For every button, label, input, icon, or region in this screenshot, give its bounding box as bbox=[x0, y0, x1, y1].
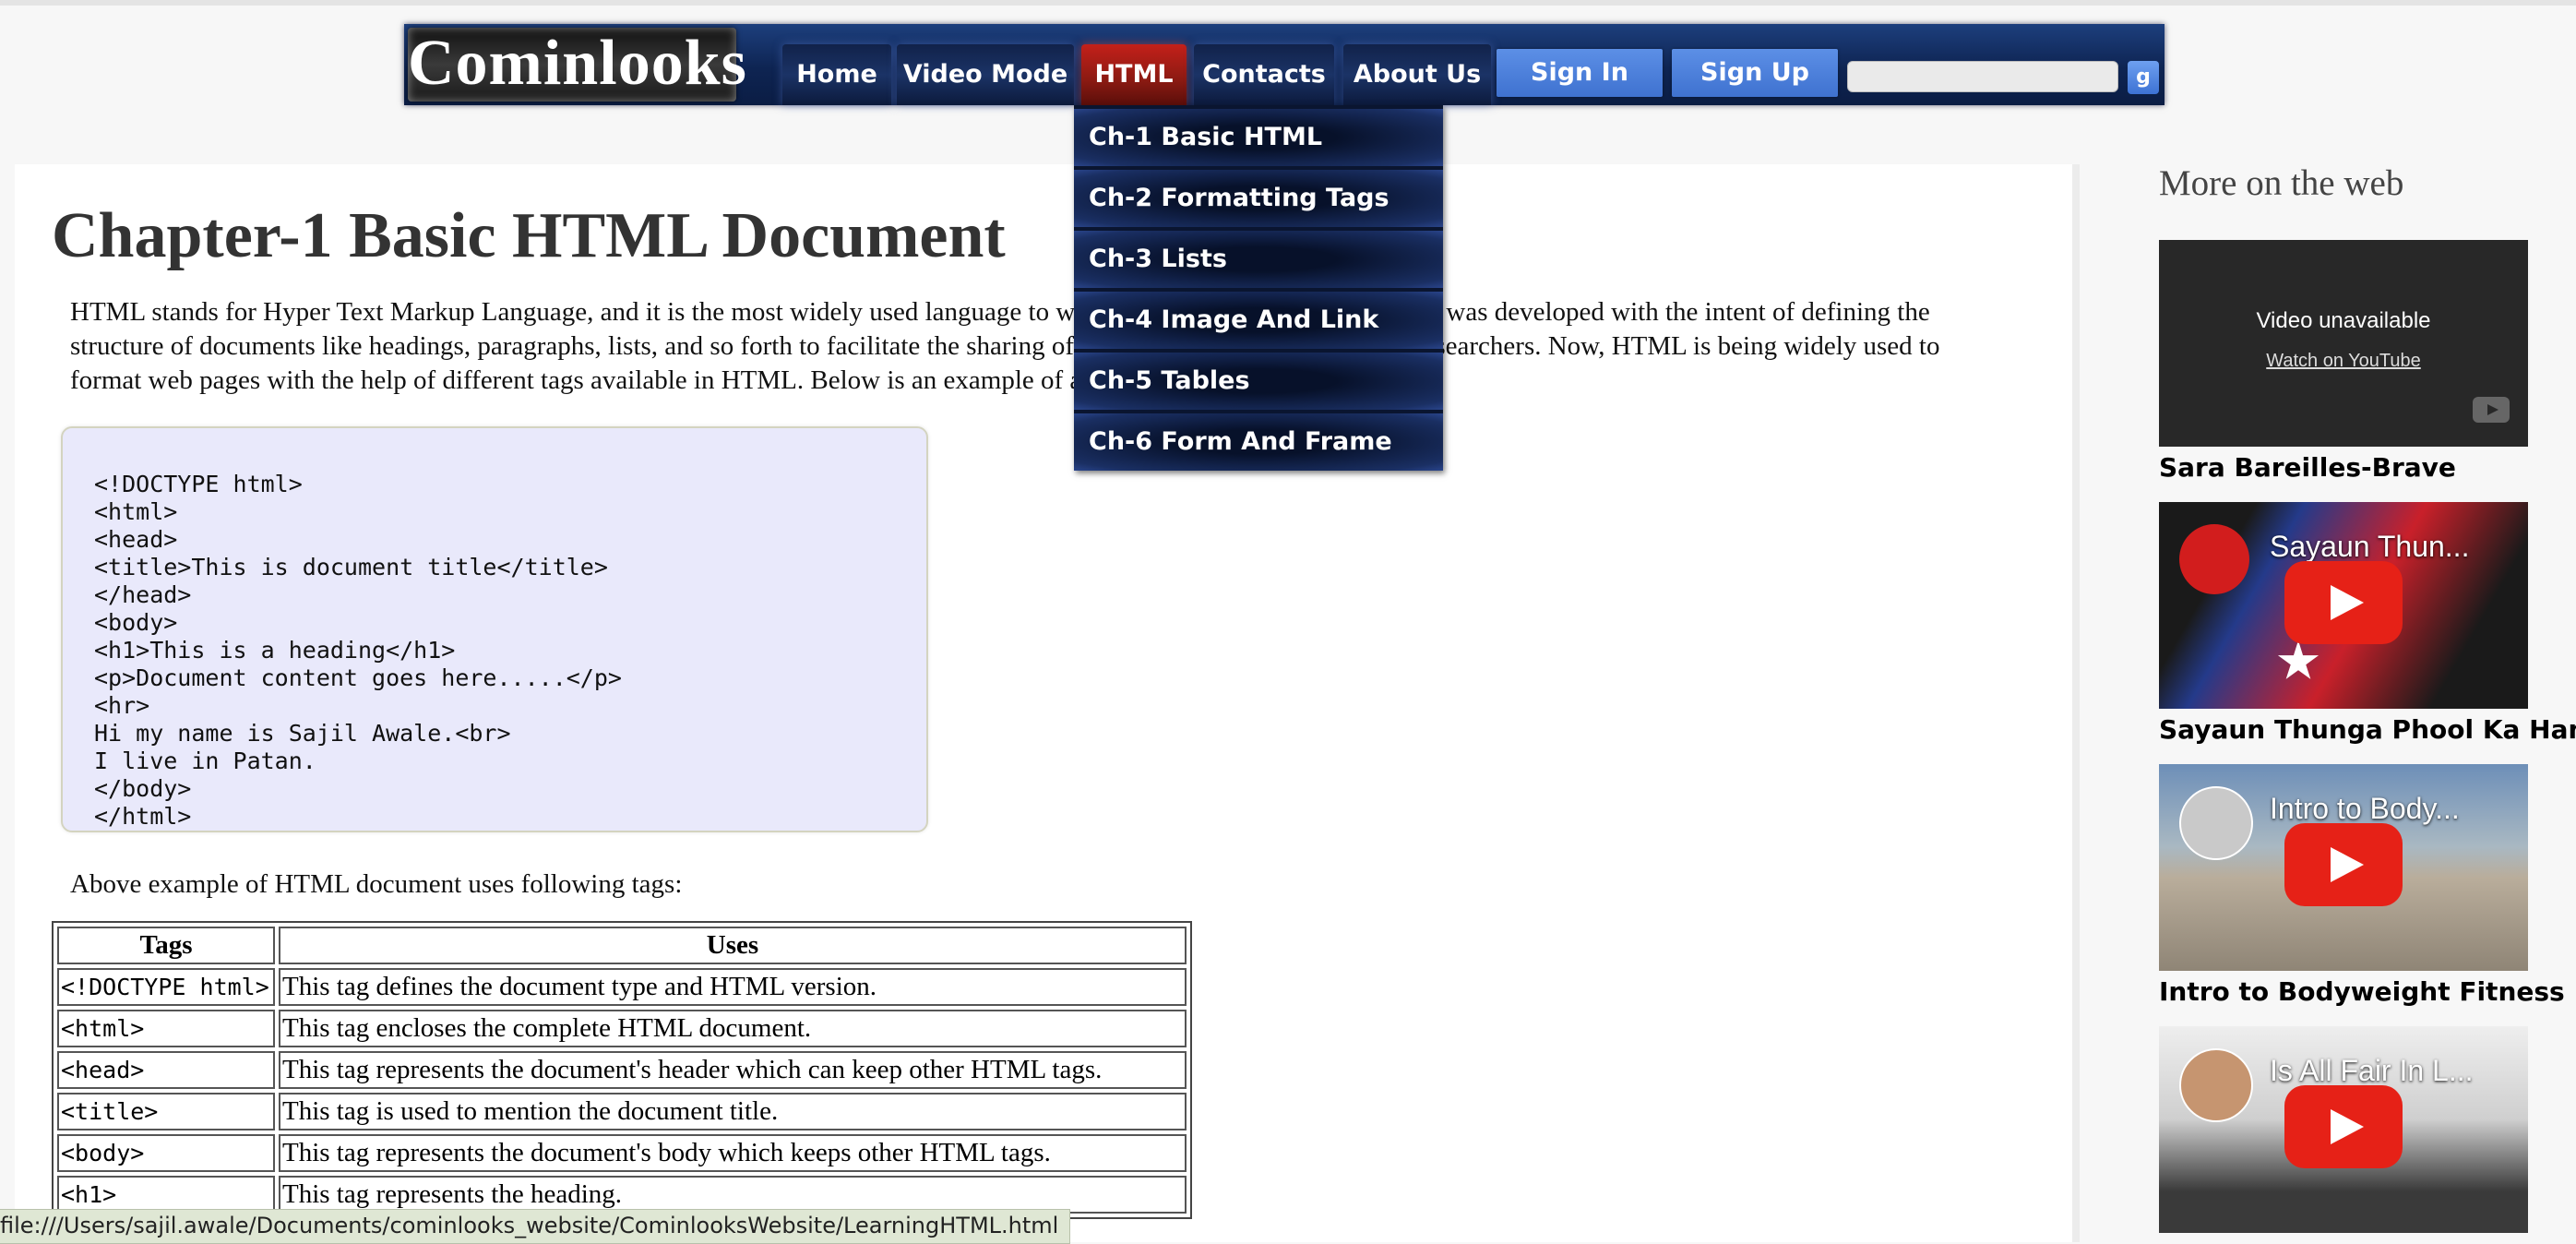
html-dropdown-menu: Ch-1 Basic HTML Ch-2 Formatting Tags Ch-… bbox=[1074, 105, 1443, 471]
status-bar-url: file:///Users/sajil.awale/Documents/comi… bbox=[0, 1209, 1071, 1244]
menu-item-ch6-form-and-frame[interactable]: Ch-6 Form And Frame bbox=[1074, 413, 1443, 471]
code-example-text: <!DOCTYPE html> <html> <head> <title>Thi… bbox=[94, 471, 622, 830]
menu-item-ch4-image-and-link[interactable]: Ch-4 Image And Link bbox=[1074, 292, 1443, 349]
video-thumbnail-title: Sayaun Thun... bbox=[2270, 530, 2470, 563]
use-cell: This tag represents the document's heade… bbox=[279, 1051, 1187, 1089]
video-caption[interactable]: Sara Bareilles-Brave bbox=[2159, 452, 2456, 483]
column-header-tags: Tags bbox=[57, 927, 275, 964]
content-divider bbox=[2072, 164, 2080, 1242]
page-title: Chapter-1 Basic HTML Document bbox=[52, 200, 1006, 271]
channel-avatar bbox=[2179, 1048, 2253, 1122]
menu-item-ch3-lists[interactable]: Ch-3 Lists bbox=[1074, 231, 1443, 288]
column-header-uses: Uses bbox=[279, 927, 1187, 964]
menu-item-ch5-tables[interactable]: Ch-5 Tables bbox=[1074, 353, 1443, 410]
google-search-icon[interactable]: g bbox=[2128, 61, 2159, 94]
play-button-icon[interactable] bbox=[2284, 561, 2403, 644]
sign-in-button[interactable]: Sign In bbox=[1497, 49, 1663, 97]
tag-cell: <!DOCTYPE html> bbox=[57, 968, 275, 1006]
tag-cell: <h1> bbox=[57, 1176, 275, 1214]
tags-caption: Above example of HTML document uses foll… bbox=[70, 869, 683, 899]
tag-cell: <head> bbox=[57, 1051, 275, 1089]
video-embed-bodyweight-fitness[interactable]: Intro to Body... bbox=[2159, 764, 2528, 971]
sidebar-title: More on the web bbox=[2159, 163, 2404, 203]
youtube-logo-icon bbox=[2473, 397, 2510, 423]
play-button-icon[interactable] bbox=[2284, 823, 2403, 906]
video-caption[interactable]: Sayaun Thunga Phool Ka Hami bbox=[2159, 714, 2576, 745]
code-example[interactable]: <!DOCTYPE html> <html> <head> <title>Thi… bbox=[61, 426, 928, 832]
table-row: <head> This tag represents the document'… bbox=[57, 1051, 1187, 1089]
nav-home[interactable]: Home bbox=[782, 44, 891, 105]
video-embed-sara-bareilles[interactable]: Video unavailable Watch on YouTube bbox=[2159, 240, 2528, 447]
sun-emblem-icon bbox=[2277, 640, 2320, 679]
table-header-row: Tags Uses bbox=[57, 927, 1187, 964]
channel-avatar bbox=[2179, 524, 2249, 594]
intro-paragraph: HTML stands for Hyper Text Markup Langua… bbox=[70, 297, 1940, 395]
play-button-icon[interactable] bbox=[2284, 1085, 2403, 1168]
video-unavailable-text: Video unavailable bbox=[2256, 308, 2431, 333]
menu-item-ch1-basic-html[interactable]: Ch-1 Basic HTML bbox=[1074, 109, 1443, 166]
video-thumbnail-title: Intro to Body... bbox=[2270, 792, 2460, 825]
use-cell: This tag encloses the complete HTML docu… bbox=[279, 1010, 1187, 1047]
channel-avatar bbox=[2179, 786, 2253, 860]
video-thumbnail-title: Is All Fair In L... bbox=[2270, 1054, 2474, 1087]
video-caption[interactable]: Intro to Bodyweight Fitness bbox=[2159, 976, 2565, 1007]
tag-cell: <html> bbox=[57, 1010, 275, 1047]
nav-html[interactable]: HTML bbox=[1081, 44, 1187, 105]
watch-on-youtube-link[interactable]: Watch on YouTube bbox=[2159, 351, 2528, 372]
table-row: <title> This tag is used to mention the … bbox=[57, 1093, 1187, 1130]
site-logo[interactable]: Cominlooks bbox=[408, 28, 746, 102]
use-cell: This tag represents the document's body … bbox=[279, 1134, 1187, 1172]
tag-cell: <title> bbox=[57, 1093, 275, 1130]
nav-video-mode[interactable]: Video Mode bbox=[897, 44, 1074, 105]
use-cell: This tag defines the document type and H… bbox=[279, 968, 1187, 1006]
nav-about-us[interactable]: About Us bbox=[1343, 44, 1491, 105]
tags-table: Tags Uses <!DOCTYPE html> This tag defin… bbox=[52, 921, 1192, 1219]
search-input[interactable] bbox=[1847, 61, 2118, 92]
table-row: <body> This tag represents the document'… bbox=[57, 1134, 1187, 1172]
table-row: <html> This tag encloses the complete HT… bbox=[57, 1010, 1187, 1047]
use-cell: This tag is used to mention the document… bbox=[279, 1093, 1187, 1130]
table-row: <h1> This tag represents the heading. bbox=[57, 1176, 1187, 1214]
video-embed-sayaun-thunga[interactable]: Sayaun Thun... bbox=[2159, 502, 2528, 709]
menu-item-ch2-formatting-tags[interactable]: Ch-2 Formatting Tags bbox=[1074, 170, 1443, 227]
tag-cell: <body> bbox=[57, 1134, 275, 1172]
sign-up-button[interactable]: Sign Up bbox=[1672, 49, 1838, 97]
use-cell: This tag represents the heading. bbox=[279, 1176, 1187, 1214]
table-row: <!DOCTYPE html> This tag defines the doc… bbox=[57, 968, 1187, 1006]
nav-contacts[interactable]: Contacts bbox=[1194, 44, 1334, 105]
video-embed-is-all-fair[interactable]: Is All Fair In L... bbox=[2159, 1026, 2528, 1233]
window-top-edge bbox=[0, 0, 2576, 6]
